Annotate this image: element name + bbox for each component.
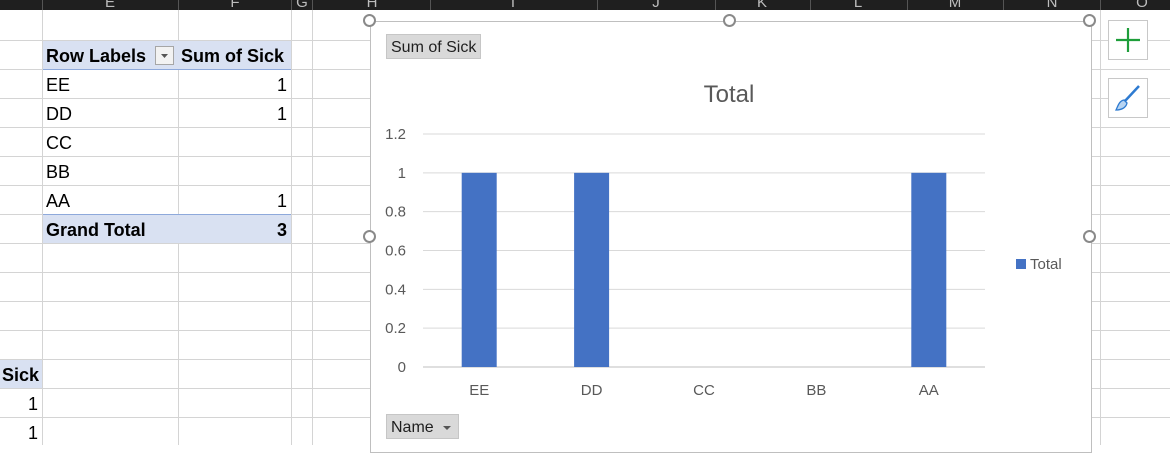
- y-tick-label: 1: [398, 165, 406, 182]
- chart-bars[interactable]: [461, 172, 947, 367]
- y-tick-label: 1.2: [385, 126, 406, 143]
- y-tick-label: 0: [398, 359, 406, 376]
- chevron-down-icon: [442, 426, 451, 430]
- grid-line: [1090, 214, 1170, 215]
- grid-line: [1090, 359, 1170, 360]
- grid-line: [0, 388, 370, 389]
- grid-line: [0, 330, 370, 331]
- pivot-chart[interactable]: Total 0 0.2 0.4 0.6 0.8 1 1.2 EE DD CC BB AA Total…: [370, 21, 1092, 453]
- pivot-row-label[interactable]: BB: [46, 158, 70, 186]
- x-tick-label: CC: [693, 382, 715, 399]
- grid-line: [1090, 388, 1170, 389]
- sum-of-sick-header[interactable]: Sum of Sick: [181, 42, 284, 70]
- column-separator: [907, 0, 908, 10]
- grid-line: [1090, 69, 1170, 70]
- x-tick-label: DD: [581, 382, 603, 399]
- grid-line: [1100, 10, 1101, 445]
- x-tick-label: EE: [469, 382, 489, 399]
- column-separator: [1003, 0, 1004, 10]
- y-tick-label: 0.2: [385, 320, 406, 337]
- column-letter-i[interactable]: I: [503, 0, 523, 11]
- column-separator: [178, 0, 179, 10]
- grand-total-value[interactable]: 3: [180, 216, 287, 244]
- chart-canvas: Total 0 0.2 0.4 0.6 0.8 1 1.2 EE DD CC BB AA Total: [385, 81, 1062, 399]
- chevron-down-icon: [161, 54, 168, 58]
- row-labels-header[interactable]: Row Labels: [46, 42, 146, 70]
- chart-title[interactable]: Total: [704, 81, 755, 108]
- axis-field-label: Name: [391, 419, 434, 436]
- pivot-row-value[interactable]: 1: [180, 100, 287, 128]
- resize-handle[interactable]: [1083, 14, 1096, 27]
- sick-value-cell[interactable]: 1: [0, 419, 38, 447]
- grand-total-label[interactable]: Grand Total: [46, 216, 146, 244]
- resize-handle[interactable]: [363, 14, 376, 27]
- pivot-row-label[interactable]: AA: [46, 187, 70, 215]
- chart-elements-button[interactable]: [1108, 20, 1148, 60]
- column-separator: [1100, 0, 1101, 10]
- grid-line: [1090, 127, 1170, 128]
- x-tick-label: BB: [806, 382, 826, 399]
- legend-swatch: [1016, 259, 1026, 269]
- plus-icon: [1116, 28, 1140, 52]
- pivot-row-value[interactable]: 1: [180, 187, 287, 215]
- grid-line: [0, 359, 370, 360]
- paintbrush-icon: [1114, 85, 1140, 111]
- grid-line: [0, 417, 370, 418]
- column-separator: [312, 0, 313, 10]
- pivot-row-value[interactable]: 1: [180, 71, 287, 99]
- filter-dropdown-button[interactable]: [155, 46, 174, 65]
- grid-line: [1090, 156, 1170, 157]
- column-letter-o[interactable]: O: [1132, 0, 1152, 11]
- column-separator: [715, 0, 716, 10]
- grid-line: [0, 272, 370, 273]
- column-letter-g[interactable]: G: [292, 0, 312, 11]
- grid-line: [291, 10, 292, 445]
- column-letter-k[interactable]: K: [752, 0, 772, 11]
- column-separator: [597, 0, 598, 10]
- y-axis-labels: 0 0.2 0.4 0.6 0.8 1 1.2: [385, 126, 406, 376]
- value-field-button[interactable]: Sum of Sick: [386, 34, 482, 59]
- x-tick-label: AA: [919, 382, 939, 399]
- axis-field-button[interactable]: Name: [386, 414, 459, 439]
- sick-header[interactable]: Sick: [2, 361, 39, 389]
- column-separator: [430, 0, 431, 10]
- grid-line: [1090, 330, 1170, 331]
- grid-line: [1090, 243, 1170, 244]
- column-header-bar: E F G H I J K L M N O: [0, 0, 1170, 11]
- column-separator: [810, 0, 811, 10]
- resize-handle[interactable]: [363, 230, 376, 243]
- bar-ee[interactable]: [461, 172, 497, 367]
- y-tick-label: 0.6: [385, 243, 406, 260]
- pivot-row-label[interactable]: DD: [46, 100, 72, 128]
- bar-aa[interactable]: [911, 172, 947, 367]
- column-letter-l[interactable]: L: [848, 0, 868, 11]
- column-letter-f[interactable]: F: [225, 0, 245, 11]
- sick-value-cell[interactable]: 1: [0, 390, 38, 418]
- column-letter-e[interactable]: E: [100, 0, 120, 11]
- bar-dd[interactable]: [574, 172, 610, 367]
- x-axis-labels: EE DD CC BB AA: [469, 382, 939, 399]
- grid-line: [312, 10, 313, 445]
- resize-handle[interactable]: [723, 14, 736, 27]
- chart-gridlines: [423, 133, 985, 368]
- legend-label[interactable]: Total: [1030, 256, 1062, 273]
- y-tick-label: 0.4: [385, 281, 406, 298]
- column-letter-h[interactable]: H: [362, 0, 382, 11]
- resize-handle[interactable]: [1083, 230, 1096, 243]
- pivot-row-label[interactable]: CC: [46, 129, 72, 157]
- grid-line: [1090, 301, 1170, 302]
- grid-line: [0, 301, 370, 302]
- column-letter-m[interactable]: M: [945, 0, 965, 11]
- column-letter-n[interactable]: N: [1042, 0, 1062, 11]
- grid-line: [1090, 185, 1170, 186]
- grid-line: [1090, 417, 1170, 418]
- grid-line: [1090, 272, 1170, 273]
- chart-styles-button[interactable]: [1108, 78, 1148, 118]
- pivot-row-label[interactable]: EE: [46, 71, 70, 99]
- column-letter-j[interactable]: J: [646, 0, 666, 11]
- column-separator: [42, 0, 43, 10]
- y-tick-label: 0.8: [385, 204, 406, 221]
